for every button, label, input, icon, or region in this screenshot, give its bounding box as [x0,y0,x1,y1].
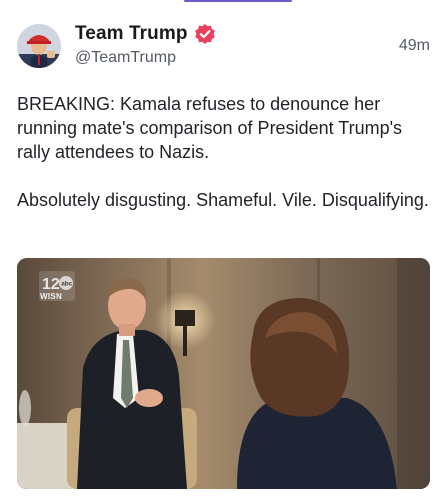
post-body: BREAKING: Kamala refuses to denounce her… [17,92,432,212]
avatar[interactable] [17,24,61,68]
post-media-image[interactable]: 12 abc WISN [17,258,430,489]
verified-badge-icon [194,23,216,45]
svg-text:12: 12 [42,276,60,293]
post-timestamp: 49m [398,37,430,54]
display-name[interactable]: Team Trump [75,23,188,45]
svg-text:abc: abc [61,281,73,288]
interview-scene-image [17,258,430,489]
author-handle[interactable]: @TeamTrump [75,49,176,67]
post-text-paragraph-1: BREAKING: Kamala refuses to denounce her… [17,94,403,162]
avatar-photo-icon [17,24,61,68]
post-text-paragraph-2: Absolutely disgusting. Shameful. Vile. D… [17,190,429,210]
wisn-watermark: WISN [40,292,63,301]
name-row: Team Trump [75,22,216,46]
post-header: Team Trump @TeamTrump 49m [17,22,430,72]
post-card[interactable]: Team Trump @TeamTrump 49m BREAKING: Kama… [0,0,447,500]
